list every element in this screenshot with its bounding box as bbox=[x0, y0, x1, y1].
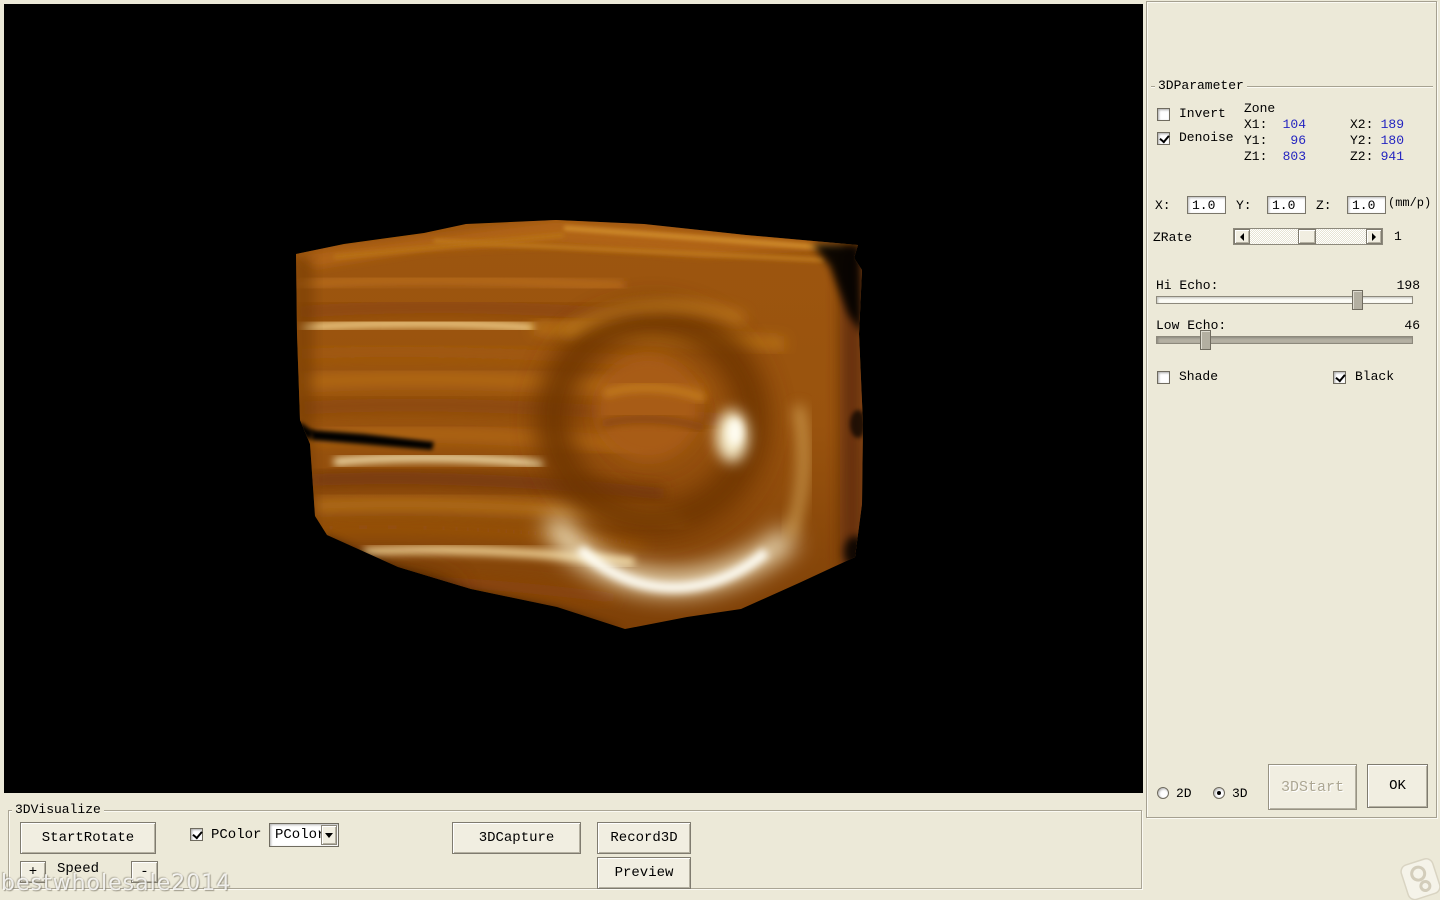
denoise-label: Denoise bbox=[1179, 130, 1234, 146]
hi-echo-slider-thumb[interactable] bbox=[1352, 290, 1363, 310]
zrate-value: 1 bbox=[1394, 229, 1402, 245]
record3d-button[interactable]: Record3D bbox=[597, 822, 691, 854]
hi-echo-slider-track[interactable] bbox=[1156, 296, 1413, 304]
ultrasound-3d-app: { "window": { "watermark_text": "bestwho… bbox=[0, 0, 1440, 900]
zone-x1-value: 104 bbox=[1272, 117, 1306, 133]
zone-x1-label: X1: bbox=[1244, 117, 1267, 133]
scale-x-input[interactable] bbox=[1187, 196, 1226, 214]
hi-echo-label: Hi Echo: bbox=[1156, 278, 1218, 294]
pcolor-dropdown[interactable]: PColor bbox=[269, 823, 339, 847]
seller-watermark-text: bestwholesale2014 bbox=[1, 871, 231, 896]
zone-y1-label: Y1: bbox=[1244, 133, 1267, 149]
start-rotate-button[interactable]: StartRotate bbox=[20, 822, 156, 854]
zrate-scrollbar[interactable] bbox=[1233, 228, 1383, 245]
scale-z-label: Z: bbox=[1316, 198, 1332, 214]
pcolor-dropdown-button[interactable] bbox=[321, 825, 337, 845]
pcolor-checkbox-label: PColor bbox=[211, 827, 261, 843]
start3d-button[interactable]: 3DStart bbox=[1268, 764, 1357, 810]
black-label: Black bbox=[1355, 369, 1394, 385]
scale-y-input[interactable] bbox=[1267, 196, 1306, 214]
denoise-checkbox[interactable] bbox=[1157, 132, 1170, 145]
render-viewport[interactable] bbox=[4, 4, 1143, 793]
zone-title: Zone bbox=[1244, 101, 1275, 117]
invert-label: Invert bbox=[1179, 106, 1226, 122]
preview-button[interactable]: Preview bbox=[597, 857, 691, 889]
black-checkbox[interactable] bbox=[1333, 371, 1346, 384]
ultrasound-volume-image bbox=[4, 4, 1143, 793]
low-echo-slider-thumb[interactable] bbox=[1200, 330, 1211, 350]
ok-button[interactable]: OK bbox=[1367, 764, 1428, 808]
zone-z1-value: 803 bbox=[1272, 149, 1306, 165]
shade-checkbox[interactable] bbox=[1157, 371, 1170, 384]
mode-2d-label: 2D bbox=[1176, 786, 1192, 802]
mode-3d-radio[interactable] bbox=[1213, 787, 1225, 799]
seller-watermark-logo-icon bbox=[1398, 858, 1440, 900]
low-echo-slider-track[interactable] bbox=[1156, 336, 1413, 344]
zrate-scrollbar-thumb[interactable] bbox=[1298, 229, 1316, 244]
right-arrow-icon bbox=[1372, 233, 1376, 241]
scale-y-label: Y: bbox=[1236, 198, 1252, 214]
pcolor-dropdown-value: PColor bbox=[275, 827, 325, 843]
parameter-panel-title: 3DParameter bbox=[1155, 78, 1247, 93]
left-arrow-icon bbox=[1240, 233, 1244, 241]
shade-label: Shade bbox=[1179, 369, 1218, 385]
scale-z-input[interactable] bbox=[1347, 196, 1386, 214]
hi-echo-value: 198 bbox=[1380, 278, 1420, 294]
zrate-left-arrow-button[interactable] bbox=[1234, 229, 1250, 244]
low-echo-label: Low Echo: bbox=[1156, 318, 1226, 334]
zrate-right-arrow-button[interactable] bbox=[1366, 229, 1382, 244]
scale-unit-label: (mm/p) bbox=[1388, 195, 1431, 211]
zone-y2-value: 180 bbox=[1370, 133, 1404, 149]
low-echo-value: 46 bbox=[1380, 318, 1420, 334]
mode-3d-label: 3D bbox=[1232, 786, 1248, 802]
zone-z2-value: 941 bbox=[1370, 149, 1404, 165]
visualize-panel-title: 3DVisualize bbox=[12, 802, 104, 817]
mode-2d-radio[interactable] bbox=[1157, 787, 1169, 799]
invert-checkbox[interactable] bbox=[1157, 108, 1170, 121]
capture3d-button[interactable]: 3DCapture bbox=[452, 822, 581, 854]
zone-y1-value: 96 bbox=[1272, 133, 1306, 149]
zone-x2-value: 189 bbox=[1370, 117, 1404, 133]
zrate-label: ZRate bbox=[1153, 230, 1192, 246]
zone-z1-label: Z1: bbox=[1244, 149, 1267, 165]
pcolor-checkbox[interactable] bbox=[190, 828, 203, 841]
chevron-down-icon bbox=[325, 833, 333, 838]
scale-x-label: X: bbox=[1155, 198, 1171, 214]
